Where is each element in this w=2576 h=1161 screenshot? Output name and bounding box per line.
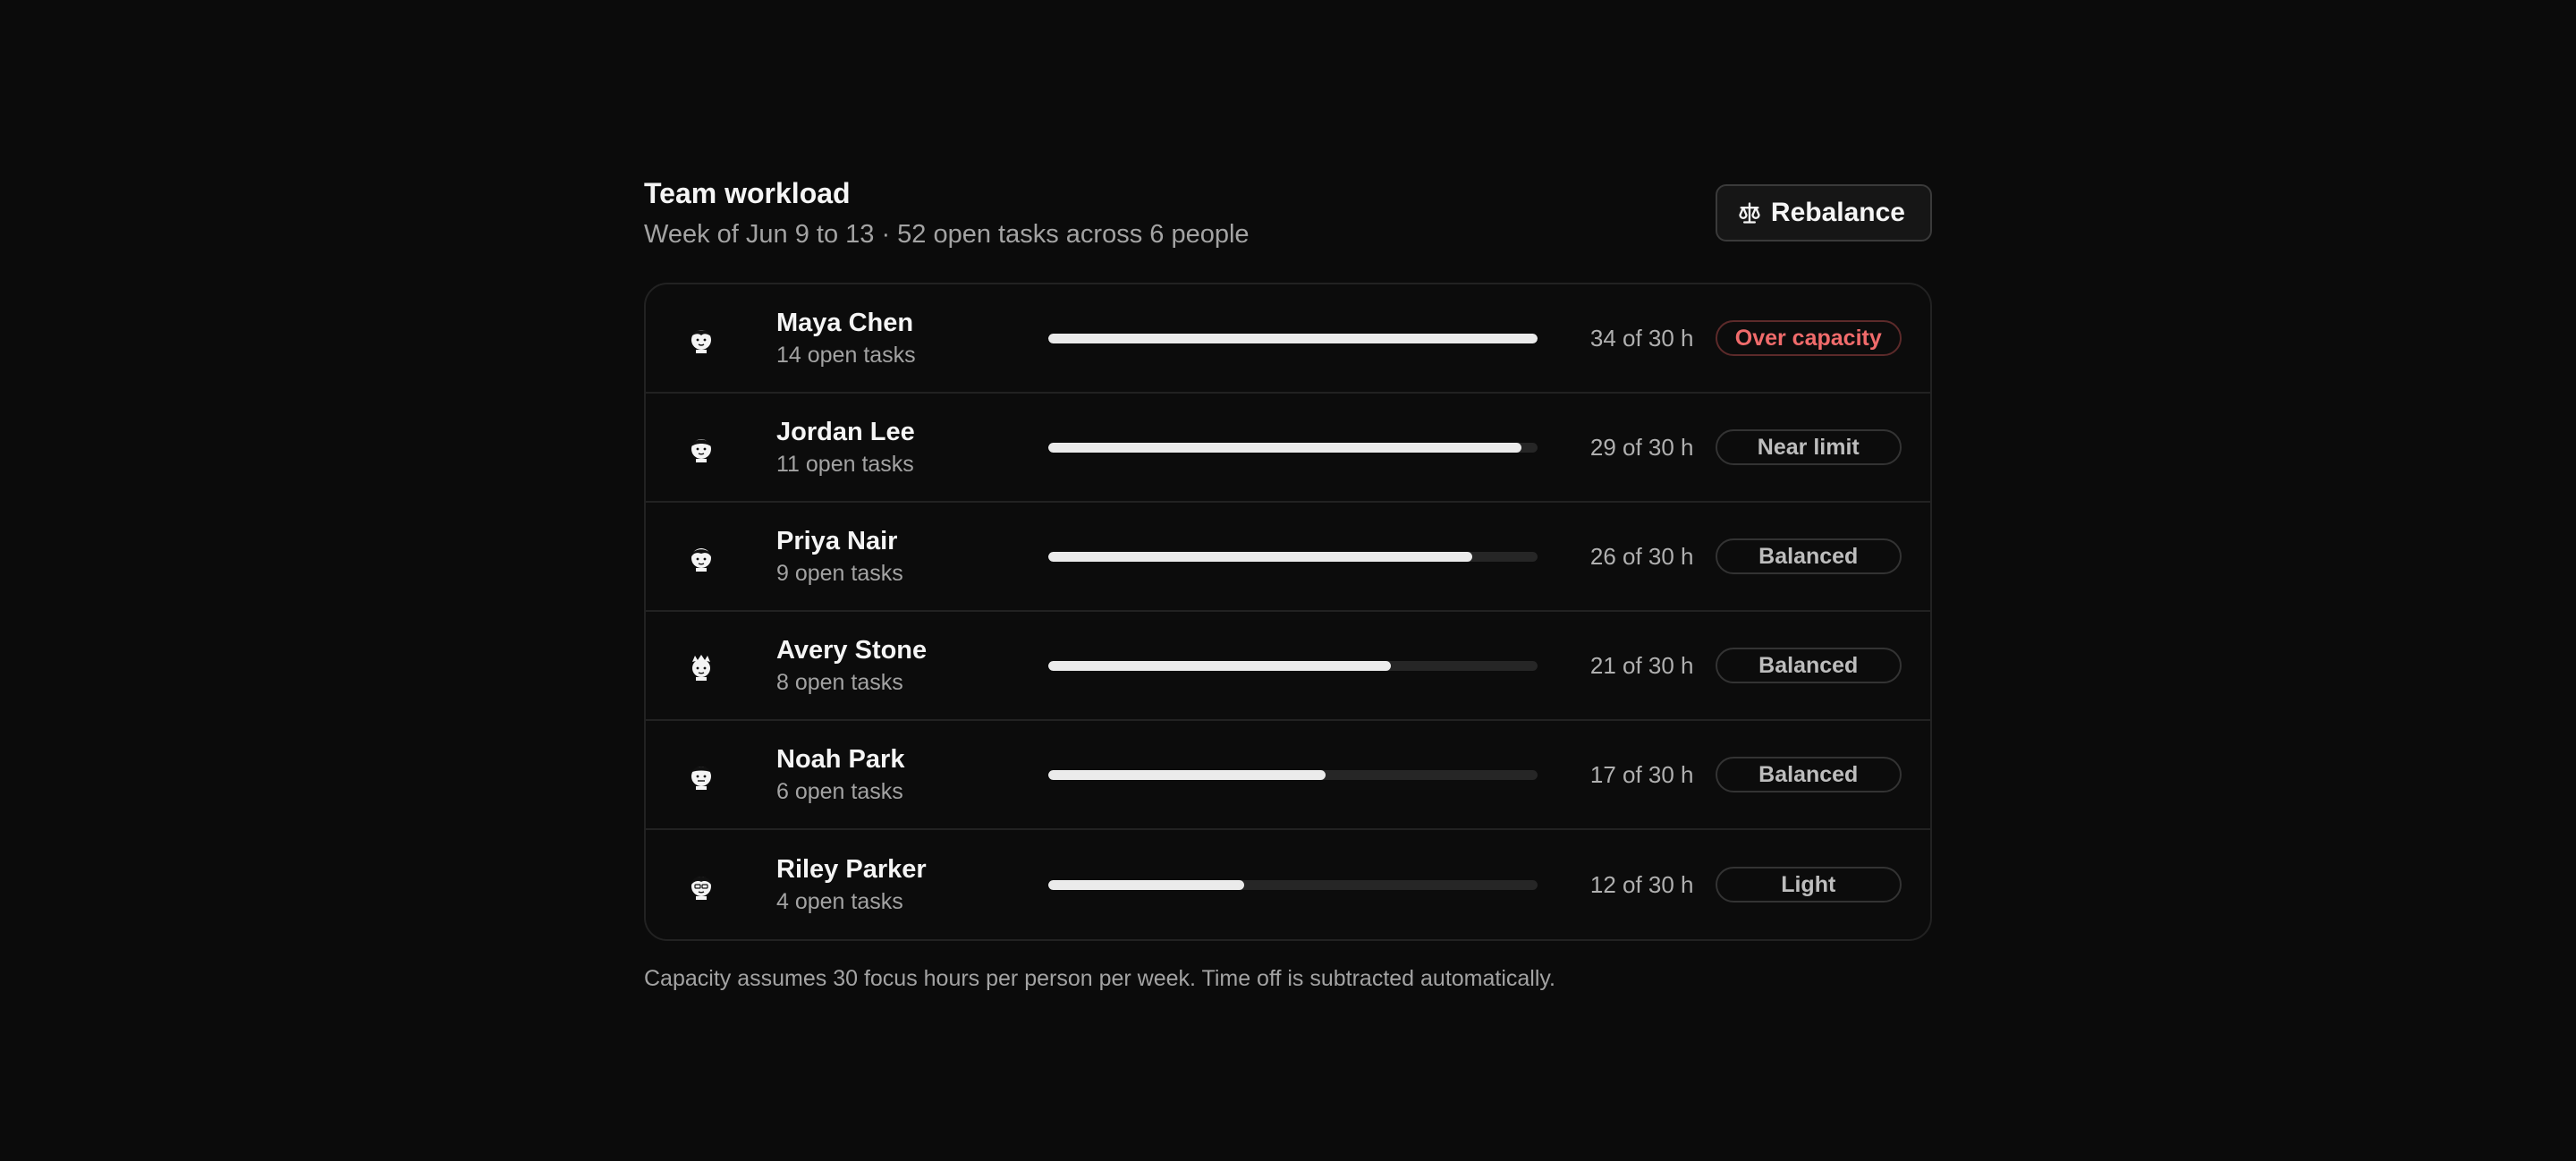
person-name: Riley Parker bbox=[776, 855, 927, 884]
hours-label: 34 of 30 h bbox=[1589, 324, 1694, 352]
person-info: Noah Park 6 open tasks bbox=[776, 743, 1009, 806]
avatar bbox=[682, 646, 721, 685]
load-bar-fill bbox=[1048, 660, 1391, 671]
load-bar bbox=[1048, 879, 1538, 890]
table-row[interactable]: Maya Chen 14 open tasks 34 of 30 h Over … bbox=[646, 284, 1930, 394]
person-info: Maya Chen 14 open tasks bbox=[776, 307, 1009, 369]
hours-label: 12 of 30 h bbox=[1589, 870, 1694, 898]
person-info: Jordan Lee 11 open tasks bbox=[776, 416, 1009, 479]
load-bar bbox=[1048, 769, 1538, 780]
rebalance-label: Rebalance bbox=[1770, 198, 1905, 227]
load-bar-fill bbox=[1048, 442, 1521, 453]
hours-label: 21 of 30 h bbox=[1589, 651, 1694, 679]
table-row[interactable]: Priya Nair 9 open tasks 26 of 30 h Balan… bbox=[646, 503, 1930, 612]
hours-label: 29 of 30 h bbox=[1589, 433, 1694, 461]
load-bar-fill bbox=[1048, 769, 1326, 780]
workload-table: Maya Chen 14 open tasks 34 of 30 h Over … bbox=[644, 283, 1932, 941]
person-name: Avery Stone bbox=[776, 636, 928, 665]
avatar bbox=[682, 755, 721, 794]
open-task-count: 11 open tasks bbox=[776, 452, 914, 477]
status-badge: Balanced bbox=[1715, 757, 1902, 792]
open-task-count: 8 open tasks bbox=[776, 670, 903, 695]
open-task-count: 14 open tasks bbox=[776, 343, 916, 368]
open-task-count: 6 open tasks bbox=[776, 779, 903, 804]
avatar-icon bbox=[691, 877, 711, 900]
person-info: Priya Nair 9 open tasks bbox=[776, 525, 1009, 588]
load-bar bbox=[1048, 442, 1538, 453]
avatar bbox=[682, 537, 721, 576]
table-row[interactable]: Riley Parker 4 open tasks 12 of 30 h Lig… bbox=[646, 830, 1930, 939]
status-badge: Near limit bbox=[1715, 429, 1902, 465]
load-bar-fill bbox=[1048, 879, 1244, 890]
person-name: Jordan Lee bbox=[776, 418, 915, 446]
person-name: Priya Nair bbox=[776, 527, 898, 555]
open-task-count: 9 open tasks bbox=[776, 561, 903, 586]
page-title: Team workload bbox=[644, 177, 851, 209]
capacity-footnote: Capacity assumes 30 focus hours per pers… bbox=[644, 966, 1556, 991]
avatar-icon bbox=[691, 330, 711, 353]
workload-panel: Team workload Week of Jun 9 to 13 · 52 o… bbox=[644, 175, 1932, 995]
load-bar-fill bbox=[1048, 551, 1473, 562]
avatar bbox=[682, 428, 721, 467]
panel-header: Team workload Week of Jun 9 to 13 · 52 o… bbox=[644, 175, 1932, 283]
person-name: Maya Chen bbox=[776, 309, 914, 337]
avatar-icon bbox=[692, 655, 710, 681]
avatar bbox=[682, 865, 721, 904]
load-bar bbox=[1048, 551, 1538, 562]
open-task-count: 4 open tasks bbox=[776, 889, 903, 914]
status-badge: Light bbox=[1715, 867, 1902, 903]
hours-label: 26 of 30 h bbox=[1589, 542, 1694, 570]
avatar bbox=[682, 318, 721, 358]
person-info: Avery Stone 8 open tasks bbox=[776, 634, 1009, 697]
status-badge: Balanced bbox=[1715, 538, 1902, 574]
page-subtitle: Week of Jun 9 to 13 · 52 open tasks acro… bbox=[644, 220, 1250, 249]
person-info: Riley Parker 4 open tasks bbox=[776, 853, 1009, 916]
avatar-icon bbox=[691, 767, 711, 790]
load-bar-fill bbox=[1048, 333, 1538, 343]
load-bar bbox=[1048, 333, 1538, 343]
avatar-icon bbox=[691, 439, 711, 462]
status-badge: Over capacity bbox=[1715, 320, 1902, 356]
rebalance-button[interactable]: Rebalance bbox=[1715, 184, 1932, 242]
table-row[interactable]: Noah Park 6 open tasks 17 of 30 h Balanc… bbox=[646, 721, 1930, 830]
scale-icon bbox=[1739, 202, 1760, 224]
table-row[interactable]: Avery Stone 8 open tasks 21 of 30 h Bala… bbox=[646, 612, 1930, 721]
avatar-icon bbox=[691, 548, 712, 572]
table-row[interactable]: Jordan Lee 11 open tasks 29 of 30 h Near… bbox=[646, 394, 1930, 503]
hours-label: 17 of 30 h bbox=[1589, 760, 1694, 788]
status-badge: Balanced bbox=[1715, 648, 1902, 683]
person-name: Noah Park bbox=[776, 745, 905, 774]
load-bar bbox=[1048, 660, 1538, 671]
header-text: Team workload Week of Jun 9 to 13 · 52 o… bbox=[644, 175, 1250, 252]
